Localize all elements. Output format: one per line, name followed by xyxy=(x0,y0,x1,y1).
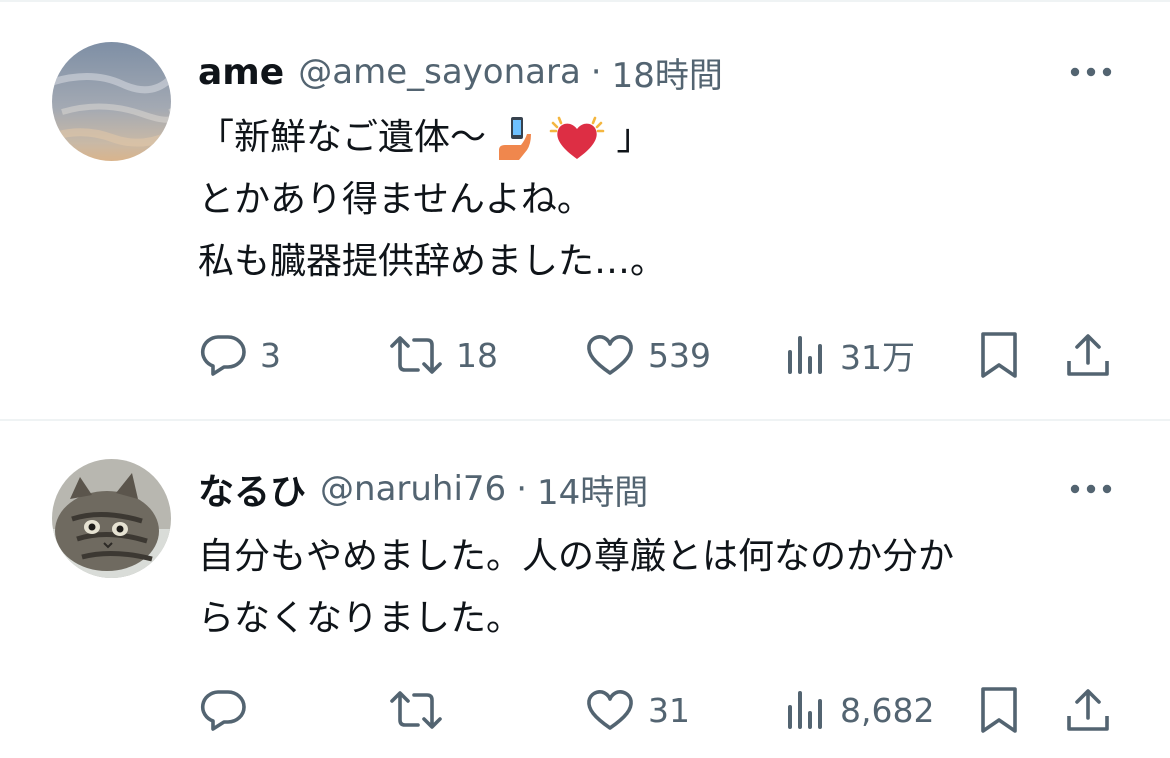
views-count: 8,682 xyxy=(840,690,935,730)
avatar-naruhi[interactable] xyxy=(52,459,171,578)
tweet-header: ame @ame_sayonara · 18時間 xyxy=(198,42,723,102)
views-button[interactable]: 8,682 xyxy=(784,680,934,740)
tweet-text: 自分もやめました。人の尊厳とは何なのか分か らなくなりました。 xyxy=(198,526,954,650)
views-icon xyxy=(784,687,828,733)
retweet-button[interactable]: 18 xyxy=(388,325,498,385)
author-handle[interactable]: @naruhi76 xyxy=(320,469,506,509)
tweet-2[interactable]: なるひ @naruhi76 · 14時間 自分もやめました。人の尊厳とは何なのか… xyxy=(0,421,1170,758)
more-icon[interactable] xyxy=(1068,466,1114,512)
views-icon xyxy=(784,332,828,378)
text-line-2: とかあり得ませんよね。 xyxy=(198,179,593,220)
like-count: 539 xyxy=(648,335,711,375)
bookmark-icon xyxy=(977,330,1021,380)
reply-icon xyxy=(198,687,248,733)
text-line-1: 「新鮮なご遺体〜 」 xyxy=(198,107,666,169)
separator-dot: · xyxy=(516,469,527,509)
views-button[interactable]: 31万 xyxy=(784,325,915,385)
action-bar: 3 18 539 31万 xyxy=(198,325,1118,385)
timestamp[interactable]: 14時間 xyxy=(537,465,648,514)
text-line-2: らなくなりました。 xyxy=(198,598,523,639)
text-line-1: 自分もやめました。人の尊厳とは何なのか分か xyxy=(198,536,955,577)
more-icon[interactable] xyxy=(1068,49,1114,95)
tweet-1[interactable]: ame @ame_sayonara · 18時間 「新鮮なご遺体〜 」 とかあり… xyxy=(0,0,1170,420)
like-count: 31 xyxy=(648,690,690,730)
bookmark-icon xyxy=(977,685,1021,735)
reply-button[interactable] xyxy=(198,680,260,740)
separator-dot: · xyxy=(590,52,602,92)
action-bar: 31 8,682 xyxy=(198,680,1118,740)
share-button[interactable] xyxy=(1064,680,1112,740)
author-handle[interactable]: @ame_sayonara xyxy=(298,52,581,92)
share-button[interactable] xyxy=(1064,325,1112,385)
timestamp[interactable]: 18時間 xyxy=(612,48,723,97)
text-line-3: 私も臓器提供辞めました…。 xyxy=(198,241,667,282)
retweet-icon xyxy=(388,332,444,378)
reply-button[interactable]: 3 xyxy=(198,325,281,385)
selfie-phone-emoji xyxy=(497,116,537,162)
bookmark-button[interactable] xyxy=(977,325,1021,385)
retweet-button[interactable] xyxy=(388,680,456,740)
share-icon xyxy=(1064,686,1112,734)
author-name[interactable]: なるひ xyxy=(198,463,306,515)
author-name[interactable]: ame xyxy=(198,52,284,93)
beating-heart-emoji xyxy=(549,115,605,163)
bookmark-button[interactable] xyxy=(977,680,1021,740)
retweet-count: 18 xyxy=(456,335,498,375)
tweet-header: なるひ @naruhi76 · 14時間 xyxy=(198,459,648,519)
avatar-ame[interactable] xyxy=(52,42,171,161)
like-icon xyxy=(584,687,636,733)
reply-count: 3 xyxy=(260,335,281,375)
like-button[interactable]: 539 xyxy=(584,325,711,385)
share-icon xyxy=(1064,331,1112,379)
reply-icon xyxy=(198,332,248,378)
retweet-icon xyxy=(388,687,444,733)
like-button[interactable]: 31 xyxy=(584,680,690,740)
views-count: 31万 xyxy=(840,338,915,377)
tweet-text: 「新鮮なご遺体〜 」 とかあり得ませんよね。 私も臓器提供辞めました…。 xyxy=(198,107,666,293)
like-icon xyxy=(584,332,636,378)
